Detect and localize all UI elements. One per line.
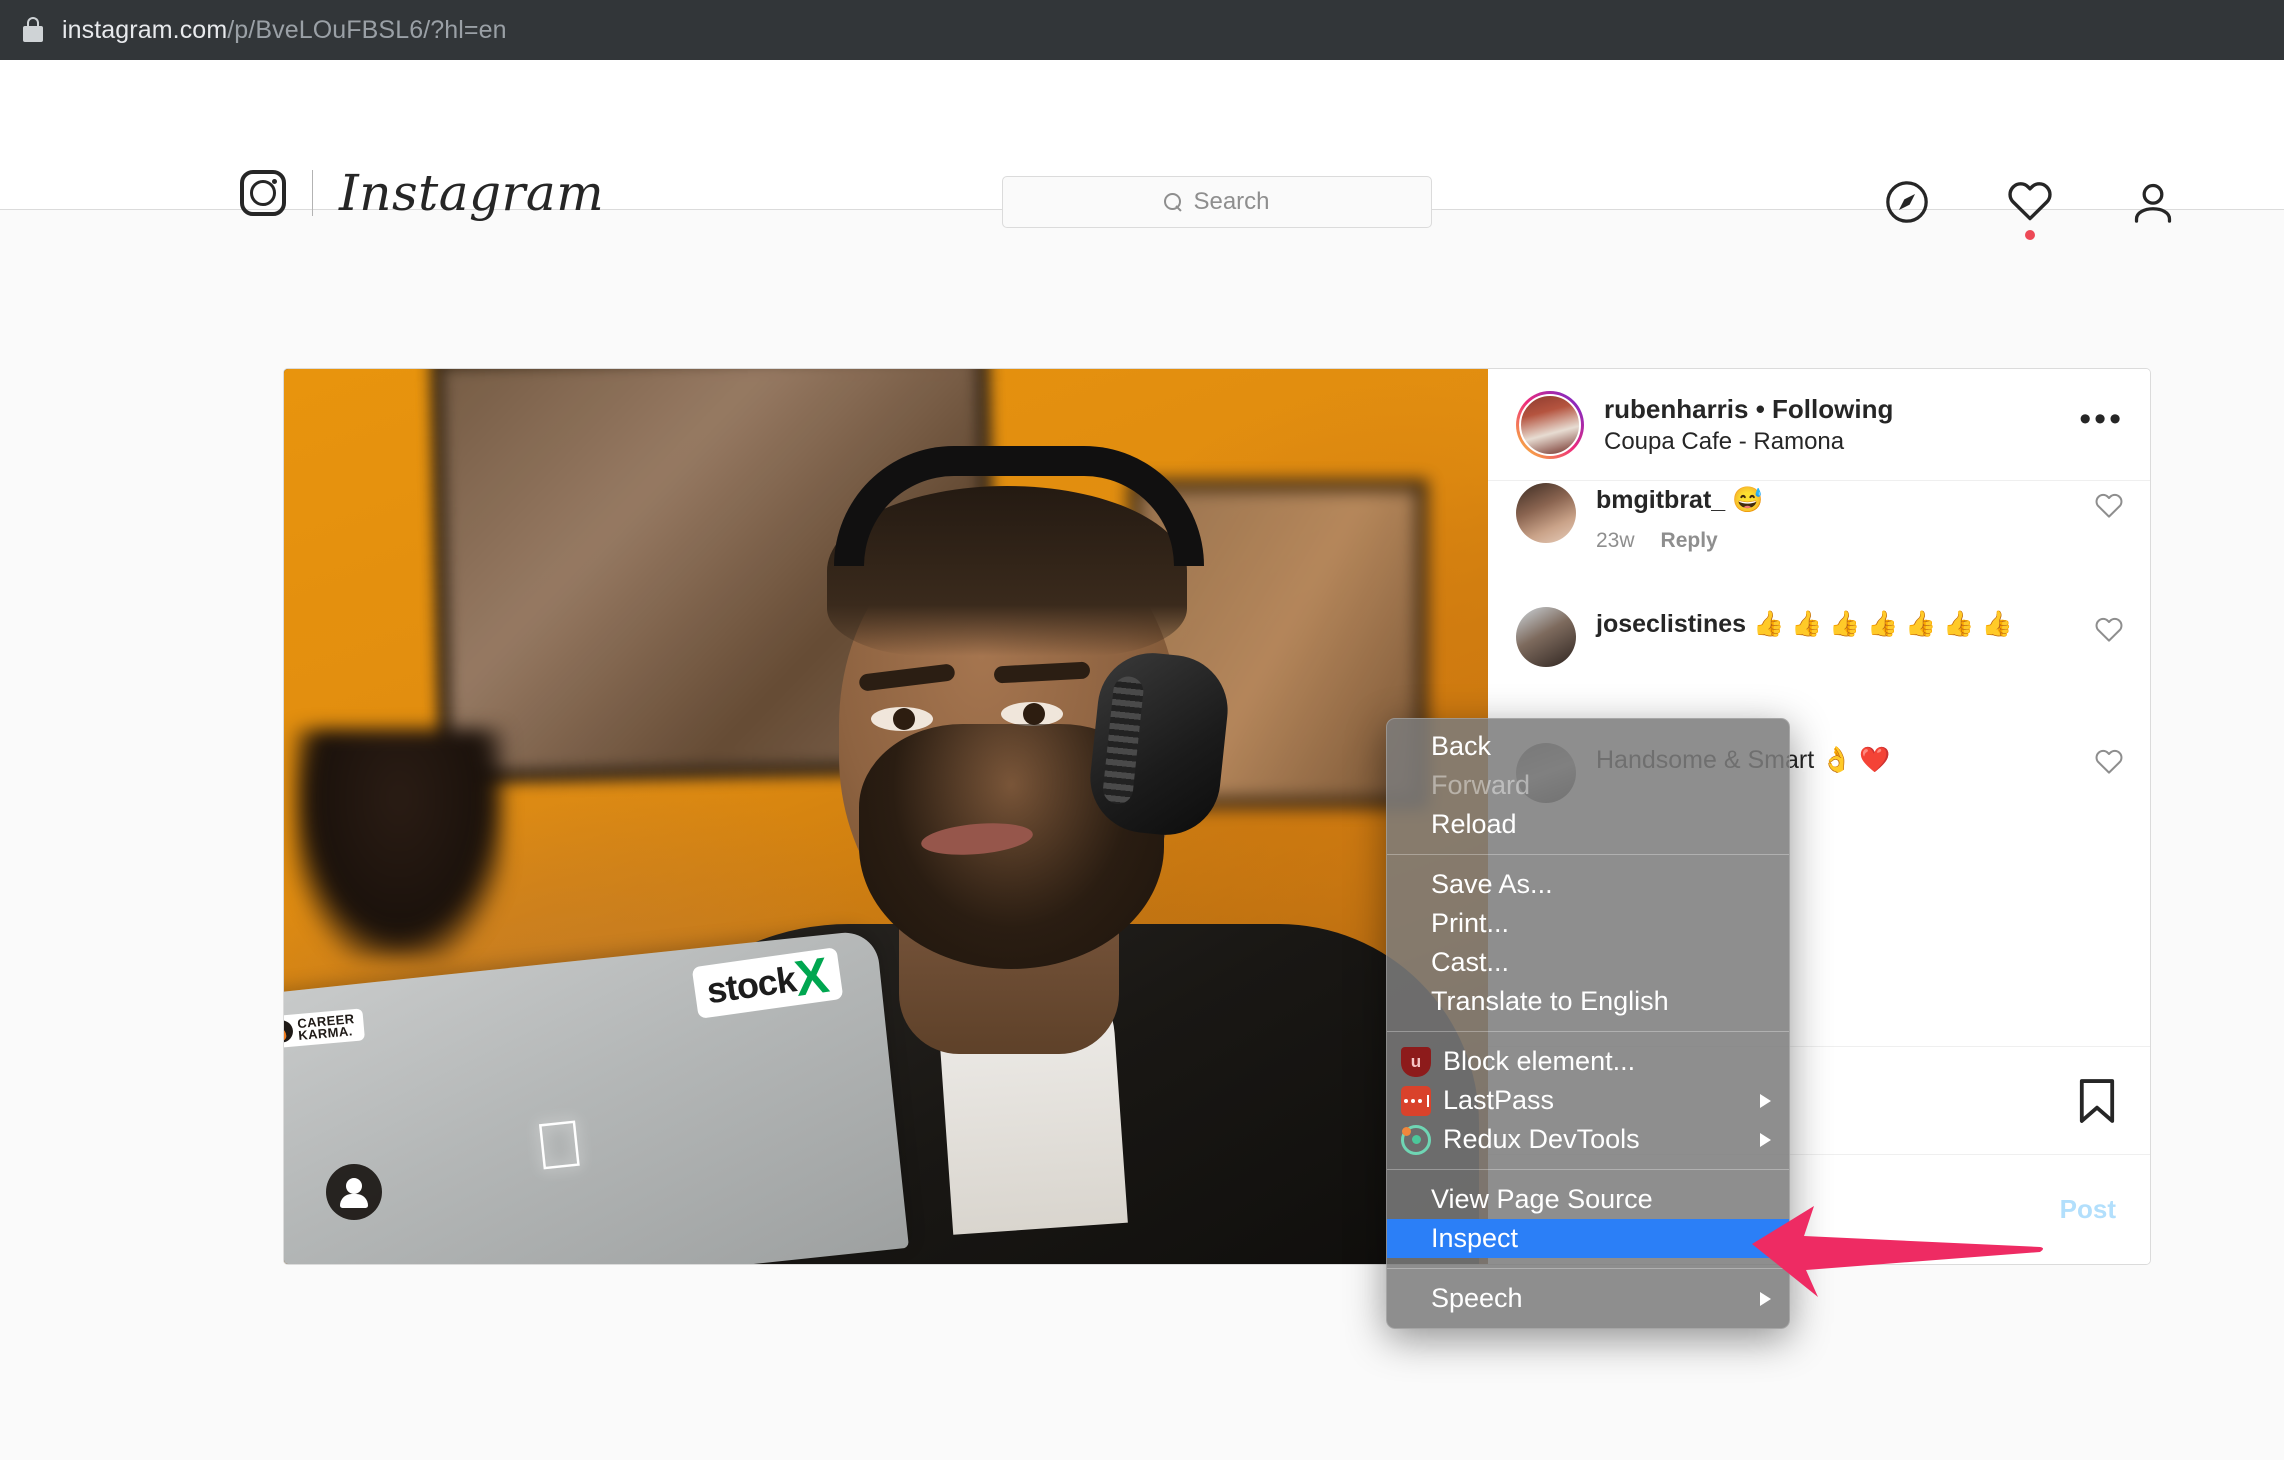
- avatar[interactable]: [1516, 483, 1576, 543]
- comment-username[interactable]: bmgitbrat_: [1596, 486, 1725, 514]
- redux-devtools-icon: [1401, 1124, 1431, 1155]
- stockx-sticker: stock X: [691, 946, 844, 1019]
- browser-context-menu[interactable]: Back Forward Reload Save As... Print... …: [1386, 718, 1790, 1329]
- context-menu-label: LastPass: [1443, 1085, 1555, 1115]
- avatar[interactable]: [1516, 607, 1576, 667]
- lastpass-icon: [1401, 1085, 1431, 1116]
- activity-notification-dot: [2025, 230, 2035, 240]
- heart-outline-icon[interactable]: [2094, 491, 2124, 521]
- context-menu-item-back[interactable]: Back: [1387, 727, 1789, 766]
- comment-timestamp: 23w: [1596, 529, 1635, 552]
- context-menu-item-translate[interactable]: Translate to English: [1387, 982, 1789, 1021]
- context-menu-label: Inspect: [1431, 1223, 1519, 1253]
- context-menu-item-speech[interactable]: Speech: [1387, 1279, 1789, 1318]
- context-menu-label: Translate to English: [1431, 986, 1669, 1016]
- comment-username[interactable]: joseclistines: [1596, 610, 1746, 638]
- post-header: rubenharris • Following Coupa Cafe - Ram…: [1488, 369, 2150, 481]
- context-menu-item-cast[interactable]: Cast...: [1387, 943, 1789, 982]
- list-item: bmgitbrat_ 😅 23w Reply: [1516, 481, 2124, 553]
- bookmark-icon[interactable]: [2078, 1078, 2116, 1124]
- context-menu-separator: [1387, 1268, 1789, 1269]
- activity-heart-icon[interactable]: [2006, 178, 2054, 240]
- instagram-wordmark[interactable]: Instagram: [339, 168, 604, 218]
- stockx-text: stock: [703, 958, 798, 1012]
- context-menu-label: Block element...: [1443, 1046, 1636, 1076]
- instagram-top-nav: Instagram Search: [0, 60, 2284, 240]
- context-menu-label: Save As...: [1431, 869, 1553, 899]
- profile-icon[interactable]: [2130, 179, 2176, 225]
- context-menu-separator: [1387, 1169, 1789, 1170]
- comment-text: 👍 👍 👍 👍 👍 👍 👍: [1746, 610, 2013, 638]
- context-menu-label: Forward: [1431, 770, 1531, 800]
- context-menu-item-lastpass[interactable]: LastPass: [1387, 1081, 1789, 1120]
- post-more-options-button[interactable]: •••: [2079, 402, 2124, 441]
- chevron-right-icon: [1760, 1291, 1771, 1306]
- comment-text: 😅: [1725, 486, 1764, 514]
- career-karma-line2: KARMA.: [297, 1023, 354, 1044]
- tagged-people-icon[interactable]: [326, 1164, 382, 1220]
- explore-icon[interactable]: [1884, 179, 1930, 225]
- post-username[interactable]: rubenharris • Following: [1604, 392, 2079, 426]
- context-menu-item-block-element[interactable]: u Block element...: [1387, 1042, 1789, 1081]
- search-input[interactable]: Search: [1002, 176, 1432, 228]
- context-menu-item-forward: Forward: [1387, 766, 1789, 805]
- pupil-left: [893, 708, 915, 730]
- apple-logo-icon: : [525, 1105, 594, 1189]
- post-image[interactable]:  CAREER KARMA. stock X: [284, 369, 1488, 1264]
- context-menu-item-inspect[interactable]: Inspect: [1387, 1219, 1789, 1258]
- logo-divider: [312, 170, 313, 216]
- context-menu-label: Speech: [1431, 1283, 1523, 1313]
- context-menu-item-save-as[interactable]: Save As...: [1387, 865, 1789, 904]
- url-text[interactable]: instagram.com/p/BveLOuFBSL6/?hl=en: [62, 16, 507, 45]
- lock-icon: [22, 17, 44, 43]
- heart-outline-icon[interactable]: [2094, 747, 2124, 777]
- nav-actions: [1884, 178, 2176, 240]
- url-domain: instagram.com: [62, 15, 228, 44]
- chevron-right-icon: [1760, 1132, 1771, 1147]
- instagram-logo[interactable]: Instagram: [240, 168, 604, 218]
- chevron-right-icon: [1760, 1093, 1771, 1108]
- stockx-x-mark: X: [791, 946, 832, 1007]
- pupil-right: [1023, 703, 1045, 725]
- career-karma-mark-icon: [284, 1019, 294, 1044]
- career-karma-sticker: CAREER KARMA.: [284, 1008, 366, 1049]
- instagram-camera-icon[interactable]: [240, 170, 286, 216]
- context-menu-label: Print...: [1431, 908, 1510, 938]
- context-menu-label: Back: [1431, 731, 1492, 761]
- avatar[interactable]: [1516, 390, 1584, 459]
- context-menu-item-view-page-source[interactable]: View Page Source: [1387, 1180, 1789, 1219]
- browser-url-bar[interactable]: instagram.com/p/BveLOuFBSL6/?hl=en: [0, 0, 2284, 60]
- context-menu-label: Cast...: [1431, 947, 1510, 977]
- post-card:  CAREER KARMA. stock X rubenhar: [283, 368, 2151, 1265]
- url-path: /p/BveLOuFBSL6/?hl=en: [227, 15, 507, 44]
- search-placeholder: Search: [1193, 188, 1270, 215]
- search-icon: [1164, 193, 1182, 211]
- comment-reply-button[interactable]: Reply: [1661, 529, 1718, 553]
- post-location[interactable]: Coupa Cafe - Ramona: [1604, 426, 2079, 458]
- heart-outline-icon[interactable]: [2094, 615, 2124, 645]
- context-menu-label: View Page Source: [1431, 1184, 1653, 1214]
- ublock-origin-icon: u: [1401, 1046, 1431, 1077]
- context-menu-label: Reload: [1431, 809, 1517, 839]
- post-comment-button[interactable]: Post: [2060, 1194, 2116, 1225]
- context-menu-label: Redux DevTools: [1443, 1124, 1640, 1154]
- context-menu-item-print[interactable]: Print...: [1387, 904, 1789, 943]
- context-menu-separator: [1387, 1031, 1789, 1032]
- headphones-earcup: [1084, 647, 1234, 841]
- context-menu-separator: [1387, 854, 1789, 855]
- context-menu-item-reload[interactable]: Reload: [1387, 805, 1789, 844]
- context-menu-item-redux-devtools[interactable]: Redux DevTools: [1387, 1120, 1789, 1159]
- list-item: joseclistines 👍 👍 👍 👍 👍 👍 👍: [1516, 553, 2124, 667]
- background-person: [294, 729, 504, 959]
- headphones-band: [834, 446, 1204, 566]
